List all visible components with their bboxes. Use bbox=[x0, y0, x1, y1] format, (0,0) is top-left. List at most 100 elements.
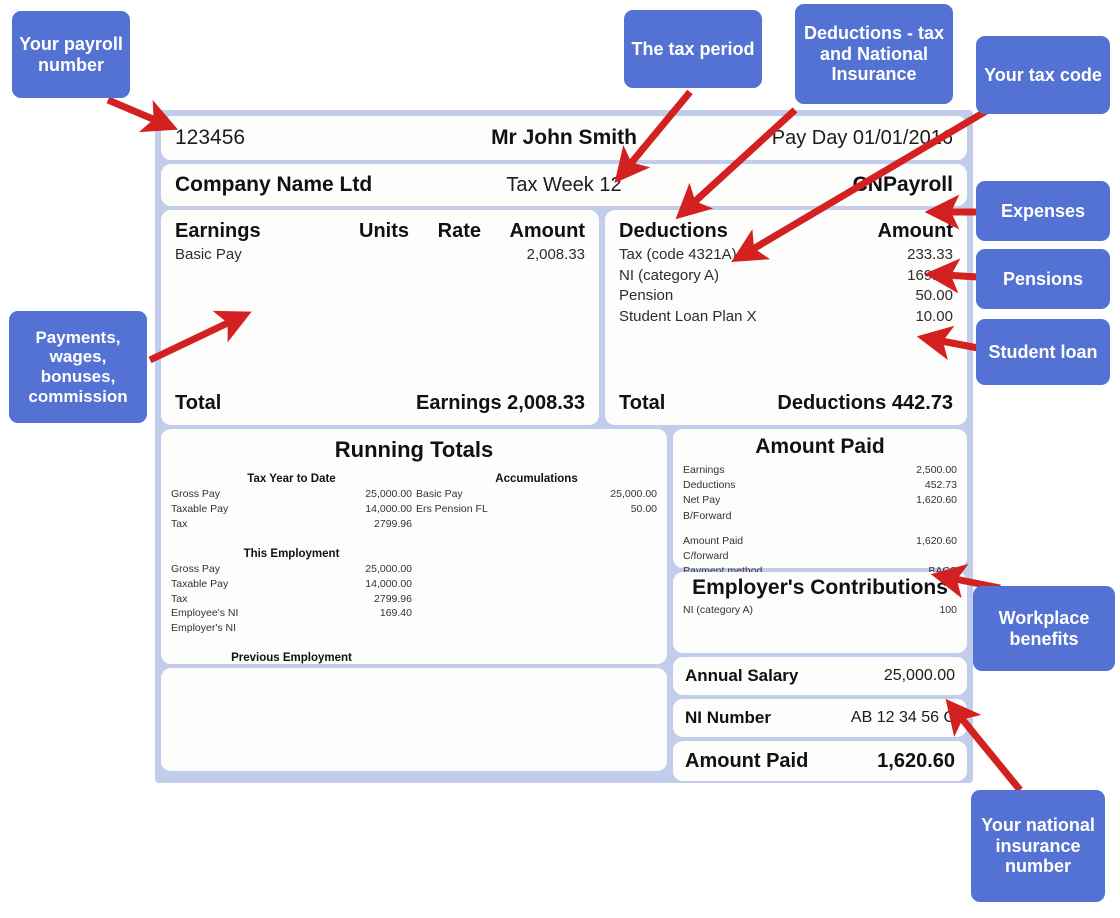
table-row: Gross Pay 25,000.00 bbox=[171, 562, 412, 577]
deductions-total-label: Total bbox=[619, 392, 666, 414]
rt-value: 2799.96 bbox=[374, 517, 412, 530]
earnings-rows: Basic Pay 2,008.33 bbox=[175, 245, 585, 266]
table-row: Earnings 2,500.00 bbox=[683, 463, 957, 478]
callout-tax-code-label: Your tax code bbox=[984, 64, 1102, 85]
ap-value bbox=[871, 549, 957, 564]
table-row: Employer's NI bbox=[171, 621, 412, 636]
callout-student-loan: Student loan bbox=[976, 319, 1110, 385]
deductions-total-row: Total Deductions 442.73 bbox=[619, 392, 953, 415]
ap-value: 452.73 bbox=[924, 479, 957, 492]
table-row: C/forward bbox=[683, 549, 957, 564]
earnings-row-title: Basic Pay bbox=[175, 246, 242, 263]
table-row: Student Loan Plan X 10.00 bbox=[619, 307, 953, 328]
ap-key: B/Forward bbox=[683, 509, 732, 522]
rt-key: Tax bbox=[171, 517, 188, 530]
ni-number-label: NI Number bbox=[685, 708, 771, 727]
earnings-col-units: Units bbox=[359, 220, 409, 242]
callout-payroll-number-label: Your payroll number bbox=[19, 33, 123, 75]
rt-value: 25,000.00 bbox=[365, 488, 412, 500]
running-totals-right-column: Accumulations Basic Pay 25,000.00 Ers Pe… bbox=[416, 470, 657, 696]
table-row: Deductions 452.73 bbox=[683, 478, 957, 493]
table-row: NI (category A) 169.40 bbox=[619, 266, 953, 287]
callout-tax-period-label: The tax period bbox=[631, 38, 755, 59]
callout-student-loan-label: Student loan bbox=[988, 341, 1098, 362]
accumulations-heading: Accumulations bbox=[495, 473, 578, 485]
rt-value bbox=[336, 621, 412, 636]
rt-value: 25,000.00 bbox=[365, 562, 412, 575]
callout-workplace-benefits: Workplace benefits bbox=[973, 586, 1115, 671]
amount-paid-title: Amount Paid bbox=[755, 435, 885, 458]
deduction-pension-label: Pension bbox=[619, 287, 674, 305]
table-row: Basic Pay 2,008.33 bbox=[175, 245, 585, 266]
payroll-number-value: 123456 bbox=[175, 126, 246, 149]
tax-year-to-date-heading: Tax Year to Date bbox=[247, 473, 336, 485]
rt-value: 50.00 bbox=[630, 502, 657, 515]
rt-key: Tax bbox=[171, 592, 188, 605]
rt-key: Basic Pay bbox=[416, 488, 463, 500]
rt-key: Taxable Pay bbox=[171, 577, 229, 590]
ni-number-row: NI Number AB 12 34 56 C bbox=[673, 699, 967, 737]
callout-national-insurance: Your national insurance number bbox=[971, 790, 1105, 902]
rt-value: 25,000.00 bbox=[610, 488, 657, 500]
table-row: Basic Pay 25,000.00 bbox=[416, 487, 657, 502]
payslip-diagram: 123456 Mr John Smith Pay Day 01/01/2016 … bbox=[0, 0, 1120, 918]
ec-value: 100 bbox=[939, 604, 957, 616]
callout-payments-label: Payments, wages, bonuses, commission bbox=[28, 327, 128, 406]
amount-paid-footer-row: Amount Paid 1,620.60 bbox=[673, 741, 967, 781]
amount-paid-footer-label: Amount Paid bbox=[685, 749, 809, 772]
running-totals-title: Running Totals bbox=[334, 437, 494, 462]
ec-key: NI (category A) bbox=[683, 604, 754, 616]
company-name: Company Name Ltd bbox=[175, 173, 373, 196]
ap-value: 2,500.00 bbox=[916, 464, 957, 476]
earnings-panel: Earnings Units Rate Amount Basic Pay 2,0… bbox=[161, 210, 599, 425]
table-row: Net Pay 1,620.60 bbox=[683, 493, 957, 508]
callout-workplace-benefits-label: Workplace benefits bbox=[998, 607, 1090, 649]
rt-value: 2799.96 bbox=[374, 592, 412, 605]
ap-key: Deductions bbox=[683, 479, 736, 492]
table-row: Amount Paid 1,620.60 bbox=[683, 534, 957, 549]
deductions-total-value: Deductions 442.73 bbox=[777, 392, 953, 414]
callout-pensions: Pensions bbox=[976, 249, 1110, 309]
callout-payments: Payments, wages, bonuses, commission bbox=[9, 311, 147, 423]
employee-name: Mr John Smith bbox=[491, 126, 637, 149]
ap-key: Net Pay bbox=[683, 494, 721, 507]
callout-tax-period: The tax period bbox=[624, 10, 762, 88]
rt-key: Ers Pension FL bbox=[416, 502, 488, 515]
callout-national-insurance-label: Your national insurance number bbox=[981, 814, 1095, 877]
table-row: Gross Pay 25,000.00 bbox=[171, 487, 412, 502]
amount-paid-panel: Amount Paid Earnings 2,500.00 Deductions… bbox=[673, 429, 967, 577]
earnings-col-title: Earnings bbox=[175, 220, 261, 242]
annual-salary-row: Annual Salary 25,000.00 bbox=[673, 657, 967, 695]
rt-value: 14,000.00 bbox=[365, 577, 412, 590]
annual-salary-value: 25,000.00 bbox=[883, 667, 955, 684]
rt-value: 169.40 bbox=[379, 607, 412, 620]
employer-contributions-panel: Employer's Contributions NI (category A)… bbox=[673, 572, 967, 653]
callout-expenses-label: Expenses bbox=[1000, 200, 1086, 221]
deductions-col-amount: Amount bbox=[877, 220, 953, 242]
payslip-employee-row: 123456 Mr John Smith Pay Day 01/01/2016 bbox=[161, 116, 967, 160]
amount-paid-footer-value: 1,620.60 bbox=[877, 749, 955, 772]
ap-key: Amount Paid bbox=[683, 534, 744, 547]
earnings-total-label: Total bbox=[175, 392, 222, 414]
callout-expenses: Expenses bbox=[976, 181, 1110, 241]
employer-contributions-title: Employer's Contributions bbox=[692, 576, 948, 599]
callout-payroll-number: Your payroll number bbox=[12, 11, 130, 98]
deduction-ni-label: NI (category A) bbox=[619, 266, 720, 284]
rt-key: Gross Pay bbox=[171, 562, 221, 575]
deductions-panel: Deductions Amount Tax (code 4321A) 233.3… bbox=[605, 210, 967, 425]
earnings-header-row: Earnings Units Rate Amount bbox=[175, 220, 585, 243]
earnings-total-value: Earnings 2,008.33 bbox=[416, 392, 585, 414]
blank-panel bbox=[161, 668, 667, 771]
table-row: Tax (code 4321A) 233.33 bbox=[619, 245, 953, 266]
deductions-rows: Tax (code 4321A) 233.33 NI (category A) … bbox=[619, 245, 953, 328]
earnings-col-amount: Amount bbox=[509, 220, 585, 242]
deduction-pension-amount: 50.00 bbox=[915, 287, 953, 305]
annual-salary-label: Annual Salary bbox=[685, 666, 799, 685]
deductions-header-row: Deductions Amount bbox=[619, 220, 953, 243]
previous-employment-heading: Previous Employment bbox=[231, 652, 352, 665]
arrow-payroll-number bbox=[106, 96, 179, 133]
ap-key: C/forward bbox=[683, 550, 729, 563]
ni-number-value: AB 12 34 56 C bbox=[850, 709, 955, 726]
payslip-document: 123456 Mr John Smith Pay Day 01/01/2016 … bbox=[155, 110, 973, 783]
